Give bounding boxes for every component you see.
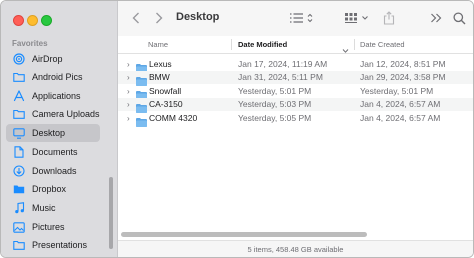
file-date-modified: Yesterday, 5:03 PM: [238, 99, 312, 109]
sidebar-item-applications[interactable]: Applications: [6, 87, 100, 105]
table-row[interactable]: › BMW Jan 31, 2024, 5:11 PM Jan 29, 2024…: [118, 71, 473, 86]
column-header-bar: Name Date Modified Date Created: [118, 36, 473, 54]
file-name: CA-3150: [149, 99, 183, 109]
file-date-modified: Yesterday, 5:05 PM: [238, 113, 312, 123]
sidebar-favorites-heading: Favorites: [12, 39, 48, 48]
zoom-window-button[interactable]: [41, 15, 52, 26]
sort-chevron-icon: [342, 41, 349, 59]
column-divider[interactable]: [231, 39, 232, 50]
close-window-button[interactable]: [13, 15, 24, 26]
status-bar: 5 items, 458.48 GB available: [118, 240, 473, 257]
minimize-window-button[interactable]: [27, 15, 38, 26]
dropbox-icon: [12, 182, 26, 196]
folder-icon: [136, 60, 147, 73]
table-row[interactable]: › CA-3150 Yesterday, 5:03 PM Jan 4, 2024…: [118, 98, 473, 113]
table-row[interactable]: › Snowfall Yesterday, 5:01 PM Yesterday,…: [118, 85, 473, 100]
horizontal-scrollbar[interactable]: [121, 232, 367, 237]
music-icon: [12, 201, 26, 215]
column-header-name[interactable]: Name: [148, 40, 168, 49]
table-row[interactable]: › COMM 4320 Yesterday, 5:05 PM Jan 4, 20…: [118, 112, 473, 127]
sidebar-item-music[interactable]: Music: [6, 199, 100, 217]
sidebar-item-label: Desktop: [32, 128, 66, 138]
file-name: Snowfall: [149, 86, 182, 96]
sidebar-item-airdrop[interactable]: AirDrop: [6, 50, 100, 68]
file-name: BMW: [149, 72, 170, 82]
file-date-created: Jan 4, 2024, 6:57 AM: [360, 99, 441, 109]
double-chevron-right-icon: [431, 13, 442, 23]
folder-icon: [12, 238, 26, 252]
sidebar-item-label: Downloads: [32, 166, 77, 176]
forward-button[interactable]: [155, 10, 163, 26]
disclosure-chevron-icon[interactable]: ›: [127, 58, 130, 71]
group-button[interactable]: [344, 10, 370, 26]
applications-icon: [12, 89, 26, 103]
search-icon: [453, 11, 466, 24]
airdrop-icon: [12, 52, 26, 66]
file-name: Lexus: [149, 59, 172, 69]
sidebar-scrollbar[interactable]: [109, 177, 113, 249]
search-button[interactable]: [453, 10, 466, 26]
sidebar-item-label: Documents: [32, 147, 78, 157]
toolbar: Desktop: [118, 1, 473, 37]
disclosure-chevron-icon[interactable]: ›: [127, 71, 130, 84]
sidebar-item-label: Camera Uploads: [32, 109, 100, 119]
file-date-modified: Jan 31, 2024, 5:11 PM: [238, 72, 323, 82]
folder-icon: [136, 100, 147, 113]
sidebar-item-label: Presentations: [32, 240, 88, 250]
column-divider[interactable]: [354, 39, 355, 50]
file-date-created: Yesterday, 5:01 PM: [360, 86, 434, 96]
folder-icon: [136, 73, 147, 86]
share-button[interactable]: [383, 10, 395, 26]
share-icon: [383, 11, 395, 25]
sidebar-item-android-pics[interactable]: Android Pics: [6, 68, 100, 86]
sidebar-item-label: Pictures: [32, 222, 65, 232]
sidebar-item-camera-uploads[interactable]: Camera Uploads: [6, 105, 100, 123]
file-date-modified: Yesterday, 5:01 PM: [238, 86, 312, 96]
sidebar-item-downloads[interactable]: Downloads: [6, 162, 100, 180]
window-title: Desktop: [176, 11, 220, 23]
disclosure-chevron-icon[interactable]: ›: [127, 85, 130, 98]
finder-window: Favorites AirDrop Android Pics Applicati…: [0, 0, 474, 258]
folder-icon: [136, 87, 147, 100]
document-icon: [12, 145, 26, 159]
column-header-date-modified[interactable]: Date Modified: [238, 40, 287, 49]
sidebar-item-label: Android Pics: [32, 72, 83, 82]
table-row[interactable]: › Lexus Jan 17, 2024, 11:19 AM Jan 12, 2…: [118, 58, 473, 73]
sidebar-item-label: Applications: [32, 91, 81, 101]
file-date-created: Jan 12, 2024, 8:51 PM: [360, 59, 446, 69]
sidebar-item-label: Music: [32, 203, 56, 213]
column-header-date-created[interactable]: Date Created: [360, 40, 405, 49]
grid-icon: [345, 13, 368, 23]
sidebar-item-documents[interactable]: Documents: [6, 143, 100, 161]
chevron-right-icon: [156, 12, 163, 24]
file-date-created: Jan 29, 2024, 3:58 PM: [360, 72, 446, 82]
sidebar: Favorites AirDrop Android Pics Applicati…: [1, 1, 118, 257]
disclosure-chevron-icon[interactable]: ›: [127, 98, 130, 111]
desktop-icon: [12, 126, 26, 140]
sidebar-item-label: Dropbox: [32, 184, 67, 194]
chevron-left-icon: [132, 12, 139, 24]
status-text: 5 items, 458.48 GB available: [247, 245, 344, 254]
sidebar-item-desktop[interactable]: Desktop: [6, 124, 100, 142]
file-date-modified: Jan 17, 2024, 11:19 AM: [238, 59, 328, 69]
sidebar-item-dropbox[interactable]: Dropbox: [6, 180, 100, 198]
folder-icon: [12, 107, 26, 121]
list-view-icon: [290, 13, 313, 23]
folder-icon: [136, 114, 147, 127]
downloads-icon: [12, 164, 26, 178]
sidebar-item-label: AirDrop: [32, 54, 63, 64]
file-date-created: Jan 4, 2024, 6:57 AM: [360, 113, 441, 123]
pictures-icon: [12, 220, 26, 234]
list-view-button[interactable]: [289, 10, 315, 26]
file-name: COMM 4320: [149, 113, 198, 123]
more-toolbar-button[interactable]: [430, 10, 442, 26]
folder-icon: [12, 70, 26, 84]
sidebar-item-presentations[interactable]: Presentations: [6, 236, 100, 254]
disclosure-chevron-icon[interactable]: ›: [127, 112, 130, 125]
sidebar-item-pictures[interactable]: Pictures: [6, 218, 100, 236]
back-button[interactable]: [132, 10, 140, 26]
